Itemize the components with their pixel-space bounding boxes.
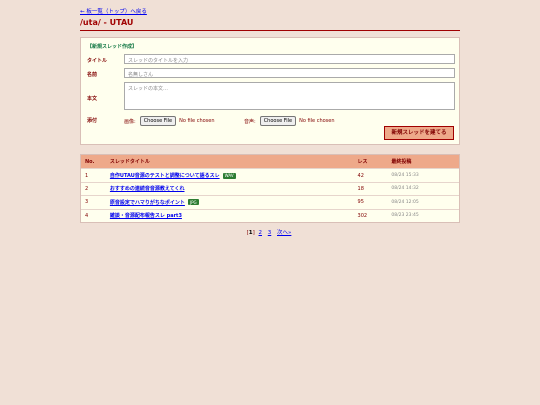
row-res: 42 — [357, 172, 364, 179]
row-res: 302 — [357, 212, 368, 219]
header-date: 最終投稿 — [391, 159, 412, 166]
pager-close: ] — [252, 230, 255, 236]
row-date: 08/24 12:05 — [391, 199, 419, 205]
board-title: /uta/ - UTAU — [80, 18, 460, 31]
row-title-cell: 雑談・音源配布報告スレ part3 — [106, 212, 356, 219]
audio-label: 音声: — [244, 118, 256, 125]
table-header: No. スレッドタイトル レス 最終投稿 — [81, 155, 459, 169]
row-title-cell: 原音設定でハマりがちなポイント JPG — [106, 199, 356, 206]
row-date: 08/24 14:32 — [391, 186, 419, 192]
row-title-cell: 自作UTAU音源のテストと調整について語るスレ WAV — [106, 172, 356, 179]
back-to-top-link[interactable]: ← 板一覧（トップ）へ戻る — [80, 7, 147, 15]
thread-list: No. スレッドタイトル レス 最終投稿 1 自作UTAU音源のテストと調整につ… — [80, 154, 460, 223]
name-input[interactable]: 名無しさん — [124, 68, 455, 78]
thread-link[interactable]: 雑談・音源配布報告スレ part3 — [110, 212, 182, 219]
row-date: 08/24 15:33 — [391, 173, 419, 179]
header-no: No. — [85, 158, 95, 165]
row-no: 4 — [85, 212, 89, 219]
row-res: 18 — [357, 185, 364, 192]
title-input[interactable]: スレッドのタイトルを入力 — [124, 54, 455, 64]
header-res: レス — [357, 159, 368, 166]
row-title-cell: おすすめの連続音音源教えてくれ — [106, 185, 356, 192]
pager-page-2[interactable]: 2 — [259, 230, 263, 236]
attach-label: 添付 — [87, 118, 98, 124]
row-date: 08/23 23:45 — [391, 213, 419, 219]
new-thread-form: 【新規スレッド作成】 タイトル スレッドのタイトルを入力 名前 名無しさん 本文… — [80, 37, 460, 145]
audio-no-file: No file chosen — [299, 118, 335, 124]
title-label: タイトル — [87, 58, 108, 64]
row-no: 2 — [85, 185, 89, 192]
audio-attach: 音声: Choose File No file chosen — [244, 116, 335, 126]
form-heading: 【新規スレッド作成】 — [87, 44, 138, 50]
thread-link[interactable]: おすすめの連続音音源教えてくれ — [110, 185, 185, 192]
table-row: 1 自作UTAU音源のテストと調整について語るスレ WAV 42 08/24 1… — [81, 168, 459, 181]
thread-link[interactable]: 自作UTAU音源のテストと調整について語るスレ — [110, 172, 220, 179]
image-attach: 画像: Choose File No file chosen — [124, 116, 215, 126]
row-no: 3 — [85, 199, 89, 206]
create-thread-button[interactable]: 新規スレッドを建てる — [384, 126, 454, 140]
pagination: [1] 2 3 次へ» — [0, 228, 540, 236]
attachment-badge: JPG — [187, 199, 199, 206]
row-res: 95 — [357, 199, 364, 206]
header-title: スレッドタイトル — [109, 159, 150, 166]
pager-next[interactable]: 次へ» — [277, 230, 291, 236]
attachment-badge: WAV — [222, 172, 236, 179]
thread-link[interactable]: 原音設定でハマりがちなポイント — [110, 199, 185, 206]
body-label: 本文 — [87, 96, 98, 102]
row-no: 1 — [85, 172, 89, 179]
name-label: 名前 — [87, 72, 98, 78]
table-row: 4 雑談・音源配布報告スレ part3 302 08/23 23:45 — [81, 208, 459, 222]
image-no-file: No file chosen — [179, 118, 215, 124]
image-label: 画像: — [124, 118, 136, 125]
pager-page-3[interactable]: 3 — [268, 230, 272, 236]
table-row: 2 おすすめの連続音音源教えてくれ 18 08/24 14:32 — [81, 181, 459, 195]
table-row: 3 原音設定でハマりがちなポイント JPG 95 08/24 12:05 — [81, 195, 459, 208]
body-textarea[interactable]: スレッドの本文… — [124, 82, 455, 110]
image-file-button[interactable]: Choose File — [139, 116, 177, 126]
audio-file-button[interactable]: Choose File — [259, 116, 297, 126]
